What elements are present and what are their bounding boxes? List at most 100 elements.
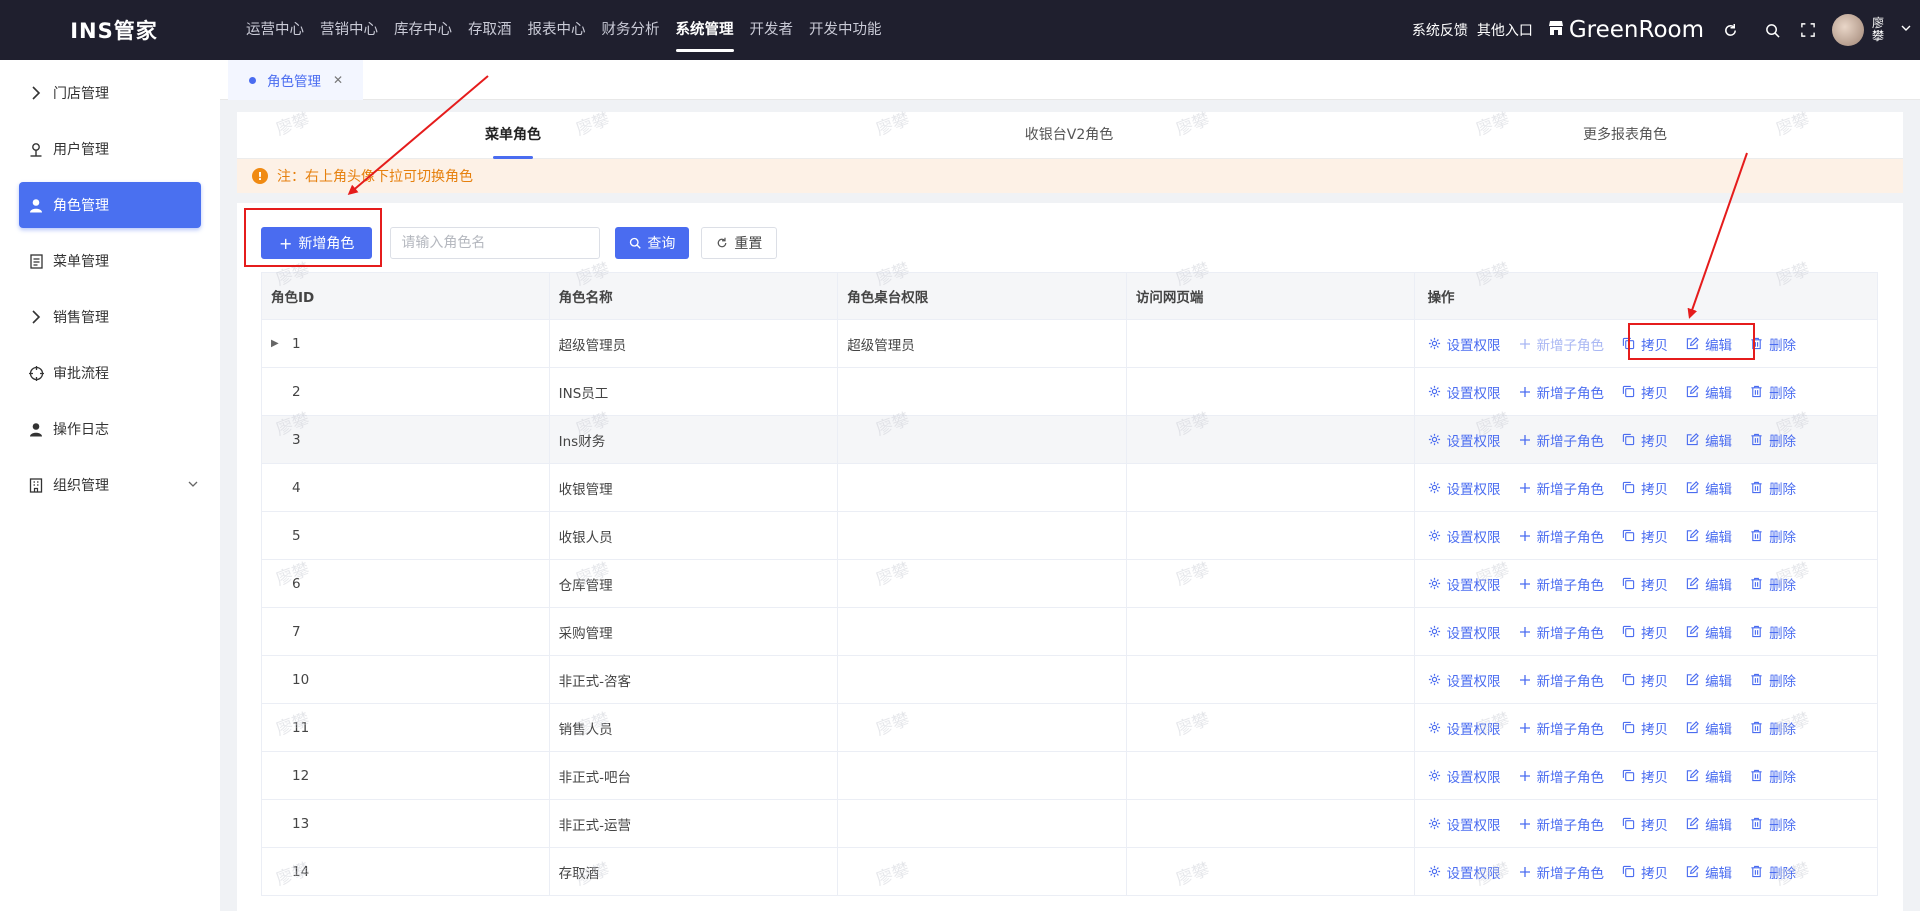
delete-button[interactable]: 删除 bbox=[1750, 526, 1796, 546]
sidebar-item-0[interactable]: 门店管理 bbox=[19, 70, 201, 116]
sidebar-item-1[interactable]: 用户管理 bbox=[19, 126, 201, 172]
add-child-button[interactable]: 新增子角色 bbox=[1519, 670, 1604, 690]
copy-button[interactable]: 拷贝 bbox=[1622, 382, 1668, 402]
sidebar-item-4[interactable]: 销售管理 bbox=[19, 294, 201, 340]
edit-button[interactable]: 编辑 bbox=[1686, 862, 1732, 882]
page-tab-role-management[interactable]: 角色管理 ✕ bbox=[228, 60, 364, 100]
delete-button[interactable]: 删除 bbox=[1750, 622, 1796, 642]
topnav-item-7[interactable]: 开发者 bbox=[750, 0, 794, 60]
set-perm-button[interactable]: 设置权限 bbox=[1428, 814, 1501, 834]
copy-button[interactable]: 拷贝 bbox=[1622, 622, 1668, 642]
table-row[interactable]: 11 销售人员 设置权限 新增子角色 拷贝 编辑 删除 bbox=[262, 704, 1877, 752]
sidebar-item-6[interactable]: 操作日志 bbox=[19, 406, 201, 452]
tab-menu-role[interactable]: 菜单角色 bbox=[485, 112, 541, 159]
edit-button[interactable]: 编辑 bbox=[1686, 382, 1732, 402]
add-child-button[interactable]: 新增子角色 bbox=[1519, 478, 1604, 498]
store-switcher[interactable]: GreenRoom bbox=[1547, 17, 1704, 43]
edit-button[interactable]: 编辑 bbox=[1686, 814, 1732, 834]
add-child-button[interactable]: 新增子角色 bbox=[1519, 814, 1604, 834]
topnav-item-5[interactable]: 财务分析 bbox=[602, 0, 660, 60]
delete-button[interactable]: 删除 bbox=[1750, 334, 1796, 354]
app-logo[interactable]: INS管家 bbox=[0, 15, 228, 45]
query-button[interactable]: 查询 bbox=[615, 227, 690, 259]
set-perm-button[interactable]: 设置权限 bbox=[1428, 526, 1501, 546]
topnav-item-4[interactable]: 报表中心 bbox=[528, 0, 586, 60]
edit-button[interactable]: 编辑 bbox=[1686, 430, 1732, 450]
add-child-button[interactable]: 新增子角色 bbox=[1519, 862, 1604, 882]
topnav-item-1[interactable]: 营销中心 bbox=[320, 0, 378, 60]
edit-button[interactable]: 编辑 bbox=[1686, 670, 1732, 690]
sidebar-item-7[interactable]: 组织管理 bbox=[19, 462, 201, 508]
edit-button[interactable]: 编辑 bbox=[1686, 526, 1732, 546]
chevron-down-icon[interactable] bbox=[1900, 22, 1912, 38]
table-row[interactable]: 10 非正式-咨客 设置权限 新增子角色 拷贝 编辑 删除 bbox=[262, 656, 1877, 704]
topnav-item-6[interactable]: 系统管理 bbox=[675, 0, 734, 60]
copy-button[interactable]: 拷贝 bbox=[1622, 430, 1668, 450]
sidebar-item-3[interactable]: 菜单管理 bbox=[19, 238, 201, 284]
table-row[interactable]: 14 存取酒 设置权限 新增子角色 拷贝 编辑 删除 bbox=[262, 848, 1877, 896]
delete-button[interactable]: 删除 bbox=[1750, 574, 1796, 594]
user-name[interactable]: 廖攀 bbox=[1872, 17, 1886, 43]
tab-more-report-role[interactable]: 更多报表角色 bbox=[1583, 112, 1667, 159]
add-child-button[interactable]: 新增子角色 bbox=[1519, 430, 1604, 450]
copy-button[interactable]: 拷贝 bbox=[1622, 334, 1668, 354]
delete-button[interactable]: 删除 bbox=[1750, 382, 1796, 402]
close-icon[interactable]: ✕ bbox=[333, 73, 343, 87]
expand-arrow-icon[interactable]: ▶ bbox=[271, 338, 285, 349]
table-row[interactable]: 5 收银人员 设置权限 新增子角色 拷贝 编辑 删除 bbox=[262, 512, 1877, 560]
copy-button[interactable]: 拷贝 bbox=[1622, 862, 1668, 882]
table-row[interactable]: 4 收银管理 设置权限 新增子角色 拷贝 编辑 删除 bbox=[262, 464, 1877, 512]
feedback-link[interactable]: 系统反馈 bbox=[1412, 20, 1468, 40]
edit-button[interactable]: 编辑 bbox=[1686, 766, 1732, 786]
edit-button[interactable]: 编辑 bbox=[1686, 478, 1732, 498]
add-child-button[interactable]: 新增子角色 bbox=[1519, 334, 1604, 354]
role-name-search-input[interactable] bbox=[390, 227, 601, 259]
add-role-button[interactable]: + 新增角色 bbox=[261, 227, 373, 259]
avatar[interactable] bbox=[1832, 14, 1864, 46]
table-row[interactable]: 7 采购管理 设置权限 新增子角色 拷贝 编辑 删除 bbox=[262, 608, 1877, 656]
other-entry-link[interactable]: 其他入口 bbox=[1477, 20, 1533, 40]
table-row[interactable]: 3 Ins财务 设置权限 新增子角色 拷贝 编辑 删除 bbox=[262, 416, 1877, 464]
fullscreen-icon[interactable] bbox=[1798, 20, 1818, 40]
copy-button[interactable]: 拷贝 bbox=[1622, 670, 1668, 690]
delete-button[interactable]: 删除 bbox=[1750, 670, 1796, 690]
reset-button[interactable]: 重置 bbox=[701, 227, 778, 259]
set-perm-button[interactable]: 设置权限 bbox=[1428, 862, 1501, 882]
search-icon[interactable] bbox=[1762, 20, 1782, 40]
delete-button[interactable]: 删除 bbox=[1750, 766, 1796, 786]
tab-cashier-v2-role[interactable]: 收银台V2角色 bbox=[1025, 112, 1113, 159]
copy-button[interactable]: 拷贝 bbox=[1622, 478, 1668, 498]
delete-button[interactable]: 删除 bbox=[1750, 430, 1796, 450]
topnav-item-0[interactable]: 运营中心 bbox=[246, 0, 304, 60]
set-perm-button[interactable]: 设置权限 bbox=[1428, 622, 1501, 642]
edit-button[interactable]: 编辑 bbox=[1686, 574, 1732, 594]
topnav-item-3[interactable]: 存取酒 bbox=[468, 0, 512, 60]
set-perm-button[interactable]: 设置权限 bbox=[1428, 382, 1501, 402]
edit-button[interactable]: 编辑 bbox=[1686, 334, 1732, 354]
add-child-button[interactable]: 新增子角色 bbox=[1519, 718, 1604, 738]
table-row[interactable]: 6 仓库管理 设置权限 新增子角色 拷贝 编辑 删除 bbox=[262, 560, 1877, 608]
table-row[interactable]: 12 非正式-吧台 设置权限 新增子角色 拷贝 编辑 删除 bbox=[262, 752, 1877, 800]
set-perm-button[interactable]: 设置权限 bbox=[1428, 478, 1501, 498]
topnav-item-8[interactable]: 开发中功能 bbox=[809, 0, 882, 60]
delete-button[interactable]: 删除 bbox=[1750, 718, 1796, 738]
table-row[interactable]: ▶ 1 超级管理员 超级管理员 设置权限 新增子角色 拷贝 编辑 删除 bbox=[262, 320, 1877, 368]
add-child-button[interactable]: 新增子角色 bbox=[1519, 526, 1604, 546]
set-perm-button[interactable]: 设置权限 bbox=[1428, 574, 1501, 594]
delete-button[interactable]: 删除 bbox=[1750, 814, 1796, 834]
sidebar-item-2[interactable]: 角色管理 bbox=[19, 182, 201, 228]
set-perm-button[interactable]: 设置权限 bbox=[1428, 670, 1501, 690]
set-perm-button[interactable]: 设置权限 bbox=[1428, 334, 1501, 354]
add-child-button[interactable]: 新增子角色 bbox=[1519, 766, 1604, 786]
add-child-button[interactable]: 新增子角色 bbox=[1519, 382, 1604, 402]
topnav-item-2[interactable]: 库存中心 bbox=[394, 0, 452, 60]
copy-button[interactable]: 拷贝 bbox=[1622, 526, 1668, 546]
add-child-button[interactable]: 新增子角色 bbox=[1519, 622, 1604, 642]
copy-button[interactable]: 拷贝 bbox=[1622, 766, 1668, 786]
copy-button[interactable]: 拷贝 bbox=[1622, 814, 1668, 834]
copy-button[interactable]: 拷贝 bbox=[1622, 574, 1668, 594]
edit-button[interactable]: 编辑 bbox=[1686, 718, 1732, 738]
set-perm-button[interactable]: 设置权限 bbox=[1428, 766, 1501, 786]
refresh-icon[interactable] bbox=[1720, 20, 1740, 40]
table-row[interactable]: 13 非正式-运营 设置权限 新增子角色 拷贝 编辑 删除 bbox=[262, 800, 1877, 848]
